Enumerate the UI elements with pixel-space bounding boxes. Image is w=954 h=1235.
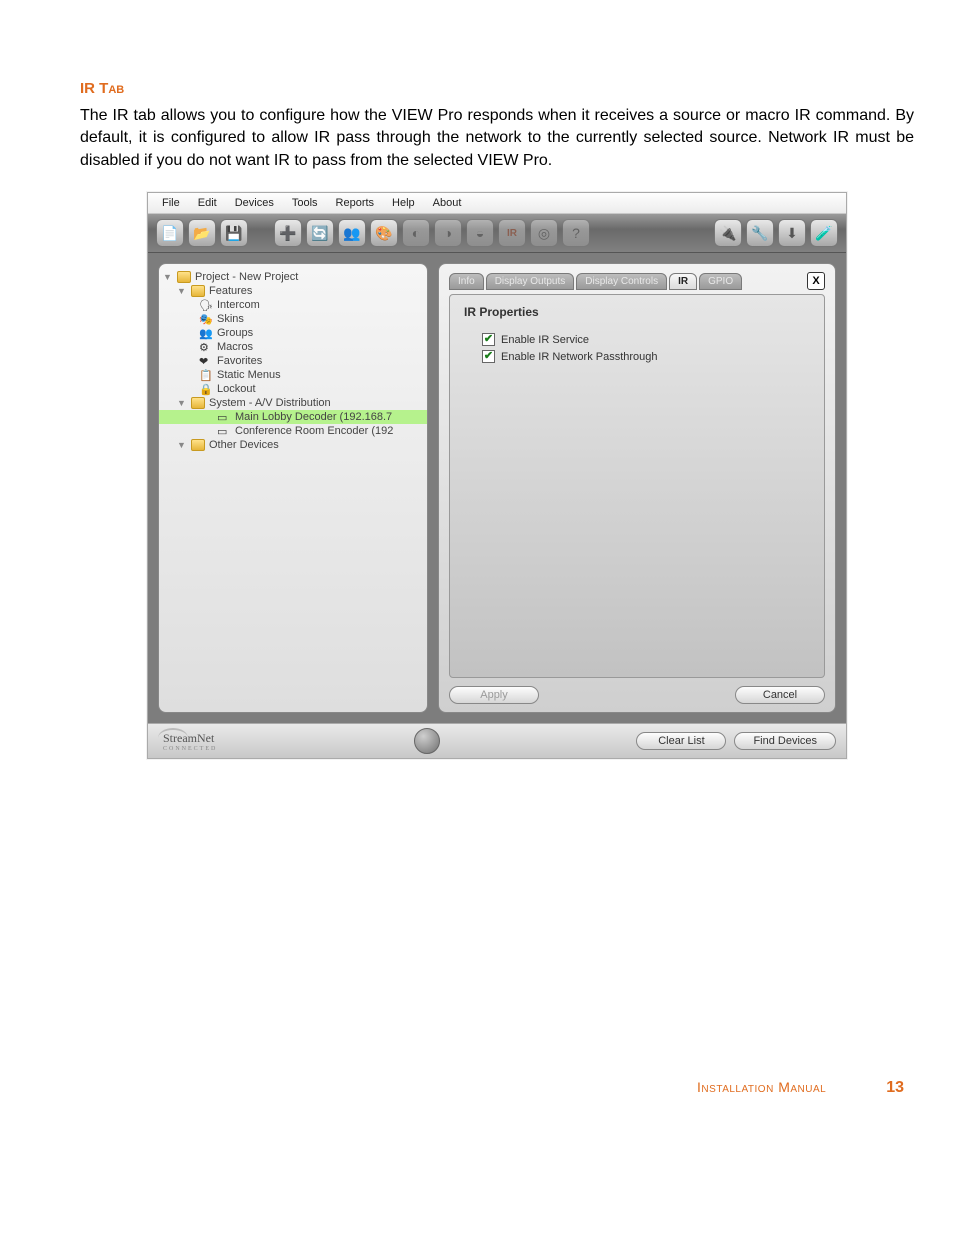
clear-list-button[interactable]: Clear List — [636, 732, 726, 750]
properties-panel: Info Display Outputs Display Controls IR… — [438, 263, 836, 713]
menu-help[interactable]: Help — [384, 195, 423, 211]
checkbox-label: Enable IR Service — [501, 334, 589, 346]
tb-r1-icon[interactable]: 🔌 — [714, 219, 742, 247]
menu-about[interactable]: About — [425, 195, 470, 211]
tree-device-main-lobby[interactable]: ▭ Main Lobby Decoder (192.168.7 — [159, 410, 427, 424]
tree-item-skins[interactable]: 🎭Skins — [159, 312, 427, 326]
menubar: File Edit Devices Tools Reports Help Abo… — [148, 193, 846, 214]
tb-dim2-icon[interactable]: ◑ — [434, 219, 462, 247]
intercom-icon: 🗣 — [199, 299, 213, 311]
body-paragraph: The IR tab allows you to configure how t… — [80, 105, 914, 172]
tree-device-conference[interactable]: ▭ Conference Room Encoder (192 — [159, 424, 427, 438]
tree-panel: ▼ Project - New Project ▼ Features 🗣Inte… — [158, 263, 428, 713]
tb-refresh-icon[interactable]: 🔄 — [306, 219, 334, 247]
expand-icon[interactable]: ▼ — [177, 398, 187, 408]
checkbox-icon[interactable]: ✔ — [482, 333, 495, 346]
menu-tools[interactable]: Tools — [284, 195, 326, 211]
app-window: File Edit Devices Tools Reports Help Abo… — [147, 192, 847, 759]
checkbox-label: Enable IR Network Passthrough — [501, 351, 658, 363]
panel-close-button[interactable]: X — [807, 272, 825, 290]
tb-dim1-icon[interactable]: ◐ — [402, 219, 430, 247]
logo-arc-icon — [158, 728, 188, 738]
statusbar: StreamNet connected Clear List Find Devi… — [148, 723, 846, 758]
tb-add-icon[interactable]: ➕ — [274, 219, 302, 247]
tree-item-intercom[interactable]: 🗣Intercom — [159, 298, 427, 312]
folder-icon — [191, 285, 205, 297]
tree-item-lockout[interactable]: 🔒Lockout — [159, 382, 427, 396]
properties-tabs: Info Display Outputs Display Controls IR… — [449, 272, 825, 290]
checkbox-enable-ir-service[interactable]: ✔ Enable IR Service — [482, 333, 810, 346]
tb-r3-icon[interactable]: ⬇ — [778, 219, 806, 247]
expand-icon[interactable]: ▼ — [177, 286, 187, 296]
logo-subtext: connected — [163, 746, 217, 752]
tree-system[interactable]: ▼ System - A/V Distribution — [159, 396, 427, 410]
apply-button[interactable]: Apply — [449, 686, 539, 704]
menu-devices[interactable]: Devices — [227, 195, 282, 211]
page-footer: Installation Manual 13 — [80, 1079, 914, 1097]
tree-item-macros[interactable]: ⚙Macros — [159, 340, 427, 354]
tb-r2-icon[interactable]: 🔧 — [746, 219, 774, 247]
panel-actions: Apply Cancel — [449, 686, 825, 704]
cancel-button[interactable]: Cancel — [735, 686, 825, 704]
panel-title: IR Properties — [464, 305, 810, 319]
expand-icon[interactable]: ▼ — [163, 272, 173, 282]
favorites-icon: ❤ — [199, 355, 213, 367]
tab-display-controls[interactable]: Display Controls — [576, 273, 667, 290]
footer-title: Installation Manual — [697, 1079, 826, 1095]
expand-icon[interactable]: ▼ — [177, 440, 187, 450]
tb-dim5-icon[interactable]: ◎ — [530, 219, 558, 247]
tab-gpio[interactable]: GPIO — [699, 273, 742, 290]
tb-save-icon[interactable]: 💾 — [220, 219, 248, 247]
lock-icon: 🔒 — [199, 383, 213, 395]
folder-icon — [191, 439, 205, 451]
device-icon: ▭ — [217, 425, 231, 437]
tree-features[interactable]: ▼ Features — [159, 284, 427, 298]
tab-display-outputs[interactable]: Display Outputs — [486, 273, 575, 290]
tab-ir[interactable]: IR — [669, 273, 697, 290]
folder-icon — [177, 271, 191, 283]
footer-page-number: 13 — [886, 1079, 904, 1097]
checkbox-enable-ir-passthrough[interactable]: ✔ Enable IR Network Passthrough — [482, 350, 810, 363]
menu-file[interactable]: File — [154, 195, 188, 211]
tree-other-devices[interactable]: ▼ Other Devices — [159, 438, 427, 452]
tb-dim3-icon[interactable]: ◒ — [466, 219, 494, 247]
groups-icon: 👥 — [199, 327, 213, 339]
tree-item-groups[interactable]: 👥Groups — [159, 326, 427, 340]
tb-paint-icon[interactable]: 🎨 — [370, 219, 398, 247]
workspace: ▼ Project - New Project ▼ Features 🗣Inte… — [148, 253, 846, 723]
tree-item-static-menus[interactable]: 📋Static Menus — [159, 368, 427, 382]
section-title: IR Tab — [80, 80, 914, 97]
tb-new-icon[interactable]: 📄 — [156, 219, 184, 247]
device-icon: ▭ — [217, 411, 231, 423]
menu-reports[interactable]: Reports — [328, 195, 383, 211]
menus-icon: 📋 — [199, 369, 213, 381]
tree-project[interactable]: ▼ Project - New Project — [159, 270, 427, 284]
panel-body: IR Properties ✔ Enable IR Service ✔ Enab… — [449, 294, 825, 678]
status-globe-icon[interactable] — [414, 728, 440, 754]
folder-icon — [191, 397, 205, 409]
tree-item-favorites[interactable]: ❤Favorites — [159, 354, 427, 368]
macros-icon: ⚙ — [199, 341, 213, 353]
streamnet-logo: StreamNet connected — [158, 731, 217, 752]
find-devices-button[interactable]: Find Devices — [734, 732, 836, 750]
tb-open-icon[interactable]: 📂 — [188, 219, 216, 247]
tb-people-icon[interactable]: 👥 — [338, 219, 366, 247]
tb-ir-icon[interactable]: IR — [498, 219, 526, 247]
tb-r4-icon[interactable]: 🧪 — [810, 219, 838, 247]
tab-info[interactable]: Info — [449, 273, 484, 290]
toolbar: 📄 📂 💾 ➕ 🔄 👥 🎨 ◐ ◑ ◒ IR ◎ ? 🔌 🔧 ⬇ 🧪 — [148, 214, 846, 253]
tb-help-icon[interactable]: ? — [562, 219, 590, 247]
checkbox-icon[interactable]: ✔ — [482, 350, 495, 363]
menu-edit[interactable]: Edit — [190, 195, 225, 211]
skins-icon: 🎭 — [199, 313, 213, 325]
